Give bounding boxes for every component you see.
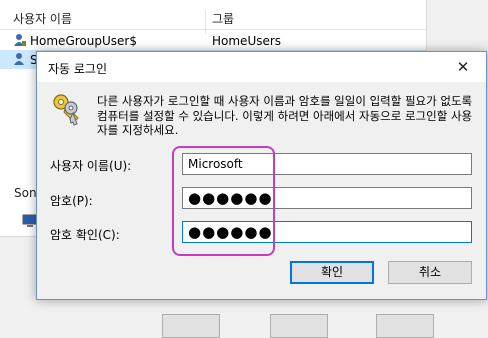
list-item-name: HomeGroupUser$ [30, 34, 137, 48]
list-item[interactable]: HomeGroupUser$ HomeUsers [0, 31, 426, 50]
cancel-button[interactable]: 취소 [388, 261, 472, 284]
ok-button[interactable]: 확인 [290, 261, 374, 284]
keys-icon [53, 94, 79, 126]
title-bar[interactable]: 자동 로그인 ✕ [37, 52, 486, 82]
confirm-password-label: 암호 확인(C): [50, 228, 120, 242]
background-button[interactable] [162, 314, 220, 338]
auto-login-dialog: 자동 로그인 ✕ 다른 사용자가 로그인할 때 사용자 이름과 암호를 일일이 … [36, 51, 487, 300]
description-text: 다른 사용자가 로그인할 때 사용자 이름과 암호를 일일이 입력할 필요가 없… [97, 94, 473, 137]
background-button[interactable] [270, 314, 328, 338]
password-label: 암호(P): [50, 194, 93, 208]
user-icon [14, 53, 24, 65]
list-item-group: HomeUsers [212, 34, 282, 48]
dialog-title: 자동 로그인 [48, 62, 108, 76]
close-button[interactable]: ✕ [440, 52, 486, 82]
column-header-group[interactable]: 그룹 [212, 10, 234, 27]
background-button[interactable] [376, 314, 434, 338]
highlight-annotation [172, 146, 275, 256]
close-icon: ✕ [456, 58, 470, 76]
username-label: 사용자 이름(U): [50, 159, 132, 173]
column-header-username[interactable]: 사용자 이름 [13, 10, 72, 27]
group-box-label: Son [14, 186, 37, 200]
list-header: 사용자 이름 그룹 [0, 5, 426, 34]
user-icon [14, 34, 26, 46]
